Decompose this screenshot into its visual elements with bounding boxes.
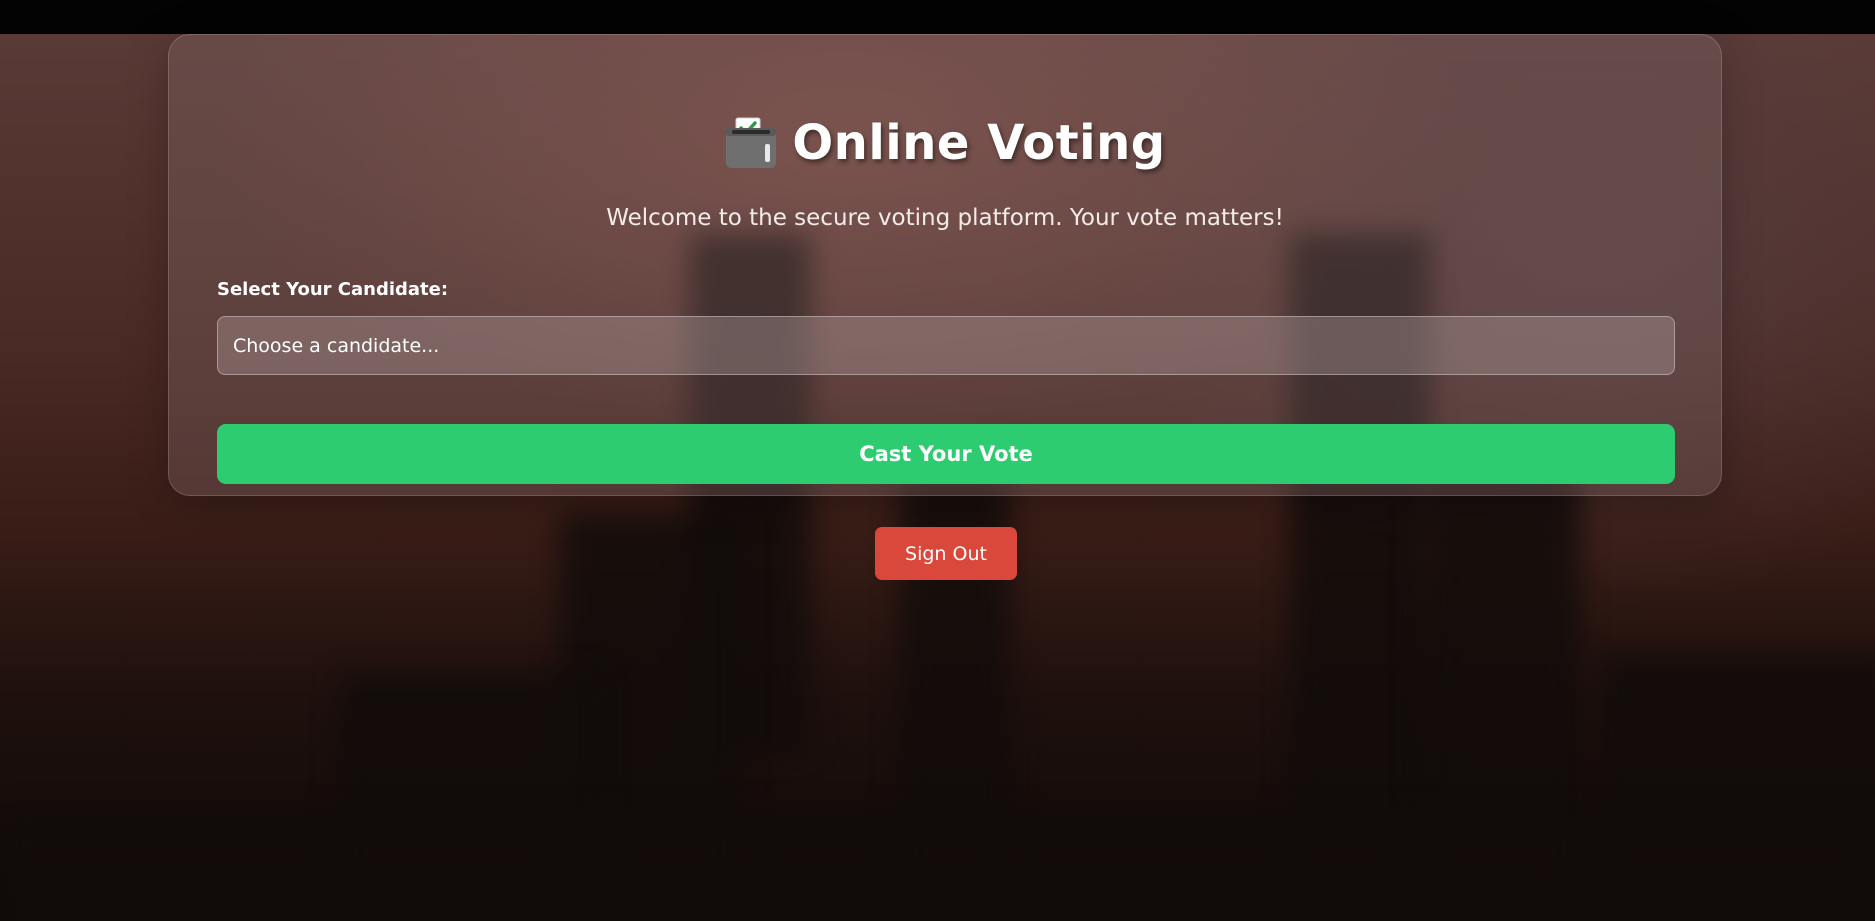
sign-out-button[interactable]: Sign Out: [875, 527, 1017, 580]
cast-vote-button[interactable]: Cast Your Vote: [217, 424, 1675, 484]
ballot-box-with-check-icon: [724, 116, 778, 170]
voting-card: Online Voting Welcome to the secure voti…: [168, 34, 1722, 496]
page-title: Online Voting: [792, 115, 1166, 171]
title-row: Online Voting: [169, 115, 1721, 171]
candidate-select[interactable]: Choose a candidate...: [217, 316, 1675, 375]
browser-top-bar: [0, 0, 1875, 34]
welcome-text: Welcome to the secure voting platform. Y…: [606, 205, 1284, 231]
candidate-label: Select Your Candidate:: [217, 279, 449, 300]
candidate-select-value: Choose a candidate...: [233, 334, 440, 357]
